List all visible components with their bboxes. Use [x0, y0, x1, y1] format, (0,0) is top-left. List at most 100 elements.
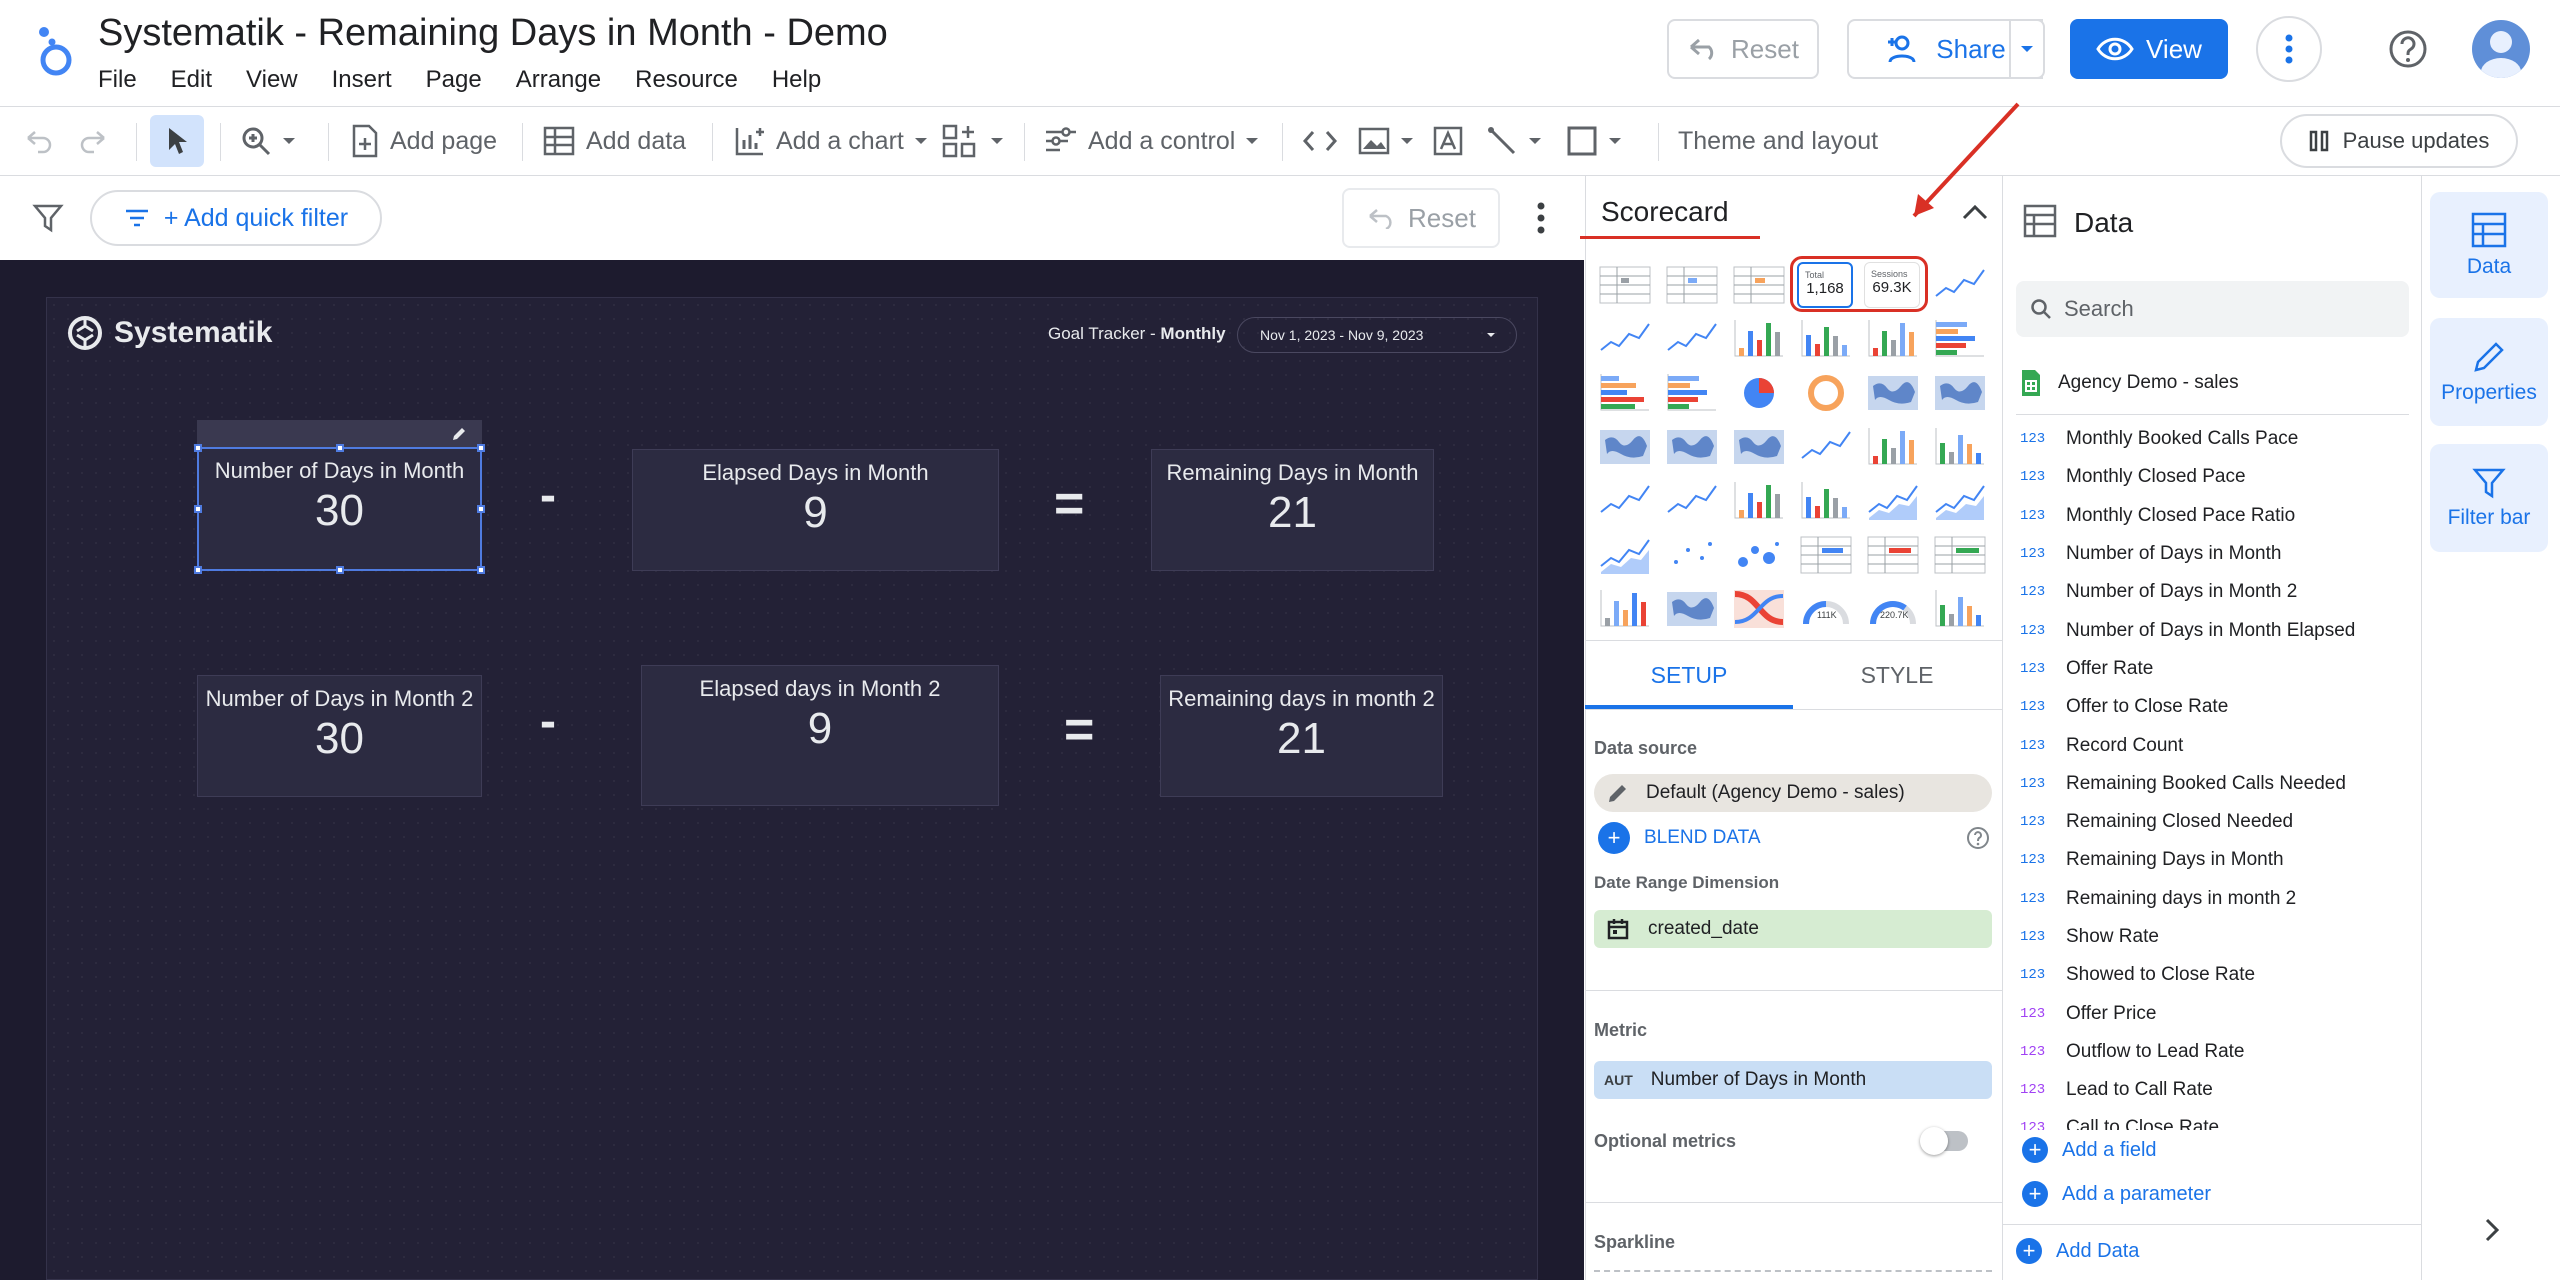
chart-type-pie[interactable]: [1731, 370, 1787, 416]
chart-type-geo-chart[interactable]: [1865, 370, 1921, 416]
chart-type-geo-map[interactable]: [1932, 370, 1988, 416]
chart-type-sparkline[interactable]: [1597, 316, 1653, 362]
chart-type-table-heatmap[interactable]: [1664, 262, 1720, 308]
field-item[interactable]: 123 Showed to Close Rate: [2020, 956, 2415, 994]
chart-type-candlestick[interactable]: [1731, 478, 1787, 524]
chart-type-line-map[interactable]: [1798, 424, 1854, 470]
chart-type-sankey[interactable]: [1731, 586, 1787, 632]
chart-type-treemap[interactable]: [1664, 586, 1720, 632]
more-vert-icon[interactable]: [1536, 202, 1546, 234]
field-item[interactable]: 123 Offer to Close Rate: [2020, 688, 2415, 726]
chart-type-100-column[interactable]: [1865, 316, 1921, 362]
add-control-button[interactable]: Add a control: [1044, 107, 1259, 175]
more-options-button[interactable]: [2256, 16, 2322, 82]
looker-studio-logo[interactable]: [30, 24, 80, 76]
field-item[interactable]: 123 Show Rate: [2020, 918, 2415, 956]
chart-type-table-bars[interactable]: [1731, 262, 1787, 308]
field-item[interactable]: 123 Outflow to Lead Rate: [2020, 1033, 2415, 1071]
chart-type-gauge[interactable]: [1798, 586, 1854, 632]
account-avatar[interactable]: [2472, 20, 2530, 78]
chart-type-donut[interactable]: [1798, 370, 1854, 416]
chart-type-smoothed-line[interactable]: [1664, 316, 1720, 362]
chart-type-column[interactable]: [1731, 316, 1787, 362]
shape-button[interactable]: [1566, 107, 1622, 175]
chart-type-bubble[interactable]: [1731, 532, 1787, 578]
field-item[interactable]: 123 Record Count: [2020, 726, 2415, 764]
field-item[interactable]: 123 Offer Price: [2020, 994, 2415, 1032]
add-page-button[interactable]: Add page: [350, 107, 497, 175]
share-dropdown-button[interactable]: [2009, 19, 2045, 79]
add-chart-button[interactable]: Add a chart: [734, 107, 928, 175]
line-button[interactable]: [1486, 107, 1542, 175]
chart-type-100-bar[interactable]: [1664, 370, 1720, 416]
add-quick-filter-button[interactable]: + Add quick filter: [90, 190, 382, 246]
chart-type-line[interactable]: [1597, 478, 1653, 524]
scorecard-elapsed-days[interactable]: Elapsed Days in Month 9: [632, 449, 999, 571]
menu-resource[interactable]: Resource: [635, 66, 738, 94]
data-source-chip[interactable]: Default (Agency Demo - sales): [1594, 774, 1992, 812]
chart-type-pivot-bars[interactable]: [1932, 532, 1988, 578]
chart-type-waterfall[interactable]: [1932, 586, 1988, 632]
menu-edit[interactable]: Edit: [171, 66, 212, 94]
help-icon[interactable]: [1966, 826, 1990, 850]
sparkline-dropzone[interactable]: [1594, 1270, 1992, 1282]
field-item[interactable]: 123 Offer Rate: [2020, 650, 2415, 688]
resize-handle[interactable]: [194, 566, 202, 574]
scorecard-remaining-days[interactable]: Remaining Days in Month 21: [1151, 449, 1434, 571]
text-button[interactable]: [1432, 107, 1464, 175]
resize-handle[interactable]: [477, 566, 485, 574]
report-title[interactable]: Systematik - Remaining Days in Month - D…: [98, 12, 888, 55]
date-range-control[interactable]: Nov 1, 2023 - Nov 9, 2023: [1237, 317, 1517, 353]
scorecard-elapsed-days-2[interactable]: Elapsed days in Month 2 9: [641, 665, 999, 806]
rail-filter-bar-button[interactable]: Filter bar: [2430, 444, 2548, 552]
chart-type-stacked-area[interactable]: [1932, 478, 1988, 524]
chart-type-gauge-range[interactable]: [1865, 586, 1921, 632]
blend-data-button[interactable]: + BLEND DATA: [1598, 822, 1761, 854]
image-button[interactable]: [1358, 107, 1414, 175]
field-item[interactable]: 123 Number of Days in Month Elapsed: [2020, 611, 2415, 649]
chart-type-stacked-column[interactable]: [1798, 316, 1854, 362]
chart-type-stacked-bar[interactable]: [1597, 370, 1653, 416]
resize-handle[interactable]: [477, 505, 485, 513]
menu-help[interactable]: Help: [772, 66, 821, 94]
date-range-dimension-chip[interactable]: created_date: [1594, 910, 1992, 948]
menu-page[interactable]: Page: [426, 66, 482, 94]
rail-properties-button[interactable]: Properties: [2430, 318, 2548, 426]
field-item[interactable]: 123 Remaining Booked Calls Needed: [2020, 765, 2415, 803]
scorecard-remaining-days-2[interactable]: Remaining days in month 2 21: [1160, 675, 1443, 797]
theme-layout-button[interactable]: Theme and layout: [1678, 107, 1878, 175]
field-item[interactable]: 123 Remaining Closed Needed: [2020, 803, 2415, 841]
undo-button[interactable]: [24, 107, 54, 175]
pause-updates-button[interactable]: Pause updates: [2280, 114, 2518, 168]
resize-handle[interactable]: [477, 444, 485, 452]
resize-handle[interactable]: [336, 444, 344, 452]
resize-handle[interactable]: [336, 566, 344, 574]
chart-type-bubble-map[interactable]: [1597, 424, 1653, 470]
field-item[interactable]: 123 Remaining Days in Month: [2020, 841, 2415, 879]
redo-button[interactable]: [78, 107, 108, 175]
chart-type-pivot[interactable]: [1798, 532, 1854, 578]
field-item[interactable]: 123 Remaining days in month 2: [2020, 880, 2415, 918]
scorecard-days-in-month-2[interactable]: Number of Days in Month 2 30: [197, 675, 482, 797]
tab-setup[interactable]: SETUP: [1585, 641, 1793, 709]
chart-type-heatmap-map[interactable]: [1731, 424, 1787, 470]
reset-filters-button[interactable]: Reset: [1342, 188, 1500, 248]
field-item[interactable]: 123 Monthly Closed Pace: [2020, 458, 2415, 496]
field-item[interactable]: 123 Monthly Closed Pace Ratio: [2020, 497, 2415, 535]
resize-handle[interactable]: [194, 444, 202, 452]
resize-handle[interactable]: [194, 505, 202, 513]
chart-type-table[interactable]: [1597, 262, 1653, 308]
add-field-button[interactable]: + Add a field: [2022, 1137, 2157, 1163]
add-data-panel-button[interactable]: + Add Data: [2016, 1238, 2139, 1264]
zoom-button[interactable]: [240, 107, 296, 175]
field-item[interactable]: 123 Number of Days in Month 2: [2020, 573, 2415, 611]
tab-style[interactable]: STYLE: [1793, 641, 2001, 709]
add-data-button[interactable]: Add data: [542, 107, 686, 175]
menu-view[interactable]: View: [246, 66, 298, 94]
field-item[interactable]: 123 Number of Days in Month: [2020, 535, 2415, 573]
chart-type-filled-map[interactable]: [1664, 424, 1720, 470]
menu-arrange[interactable]: Arrange: [516, 66, 601, 94]
metric-chip[interactable]: AUT Number of Days in Month: [1594, 1061, 1992, 1099]
chart-type-scatter[interactable]: [1664, 532, 1720, 578]
reset-button[interactable]: Reset: [1667, 19, 1819, 79]
